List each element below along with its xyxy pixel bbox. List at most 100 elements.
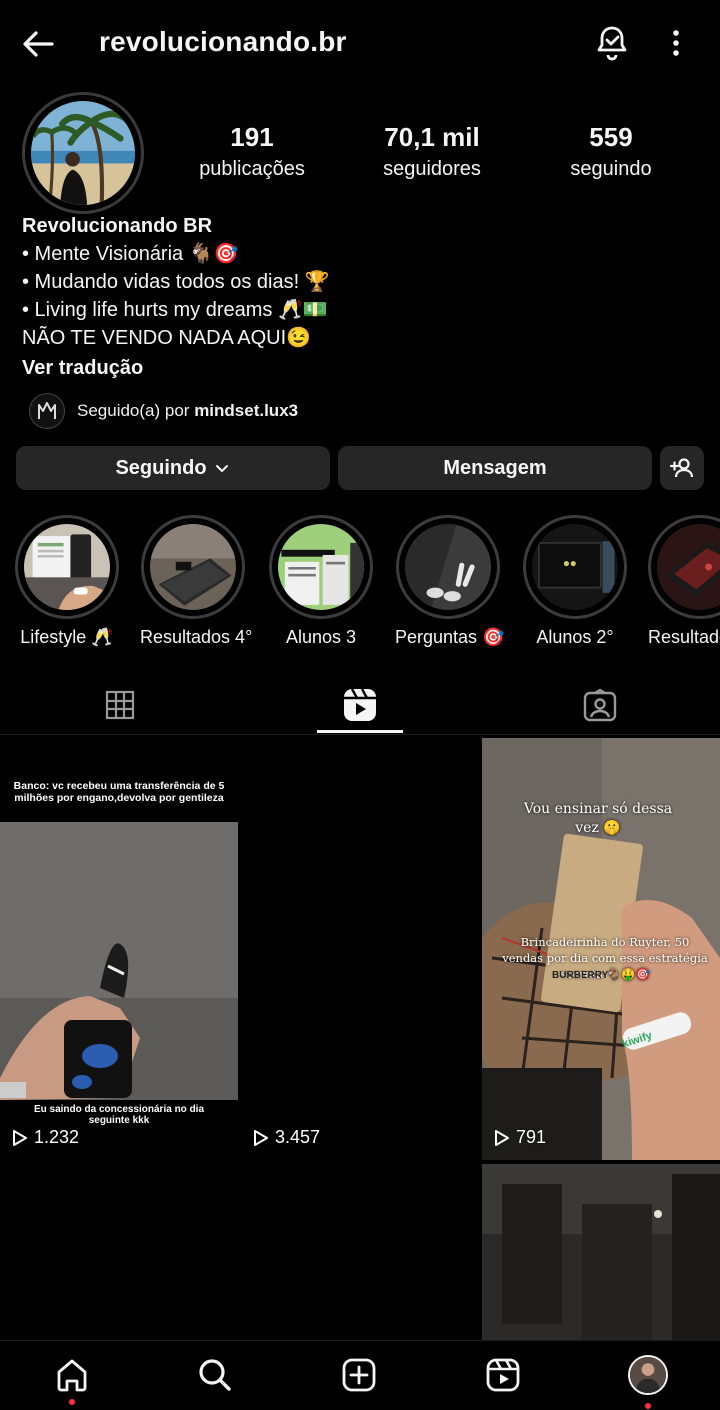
stat-following[interactable]: 559 seguindo <box>531 122 691 181</box>
reel-thumbnail[interactable]: 3.457 <box>241 738 479 1160</box>
reel-thumbnail[interactable] <box>241 1164 479 1340</box>
stat-posts-label: publicações <box>199 158 305 180</box>
add-user-icon <box>669 458 694 478</box>
reel-thumbnail[interactable]: Banco: vc recebeu uma transferência de 5… <box>0 738 238 1160</box>
notification-bell-icon[interactable] <box>594 24 630 62</box>
reel-views-count: 791 <box>516 1127 547 1147</box>
reels-icon <box>344 688 376 721</box>
bio-line: • Mente Visionária 🐐🎯 <box>22 243 239 265</box>
notification-dot <box>69 1399 75 1405</box>
tab-tagged[interactable] <box>480 676 720 734</box>
profile-avatar <box>628 1355 668 1395</box>
highlight-item[interactable]: Resultado <box>648 515 720 648</box>
bio-display-name: Revolucionando BR <box>22 215 213 237</box>
reel-thumbnail[interactable] <box>0 1164 238 1340</box>
reel-views-count: 1.232 <box>34 1127 80 1147</box>
nav-home[interactable] <box>50 1353 94 1397</box>
following-button[interactable]: Seguindo <box>16 446 330 490</box>
highlight-cover <box>278 524 364 610</box>
profile-avatar-ring[interactable] <box>22 92 144 214</box>
search-icon <box>199 1359 231 1391</box>
stat-followers-label: seguidores <box>383 158 481 180</box>
highlight-cover <box>532 524 618 610</box>
stat-following-value: 559 <box>589 122 633 152</box>
message-button-label: Mensagem <box>443 456 547 479</box>
highlight-ring <box>396 515 500 619</box>
highlight-label: Alunos 3 <box>285 627 357 647</box>
top-bar: revolucionando.br <box>0 0 720 88</box>
reel-views: 3.457 <box>253 1127 320 1148</box>
reel-views: 1.232 <box>12 1127 79 1148</box>
reels-icon <box>486 1358 520 1392</box>
follower-avatar <box>29 393 65 429</box>
tab-reels[interactable] <box>240 676 480 734</box>
highlight-cover <box>150 524 236 610</box>
tagged-icon <box>583 688 617 722</box>
stat-followers-value: 70,1 mil <box>384 122 480 152</box>
highlight-ring <box>15 515 119 619</box>
grid-icon <box>105 690 135 720</box>
highlight-label: Lifestyle 🥂 <box>20 627 114 647</box>
highlight-ring <box>269 515 373 619</box>
reel-caption-top: Vou ensinar só dessa vez 🤫 <box>523 801 673 836</box>
highlight-label: Alunos 2° <box>536 627 614 647</box>
play-icon <box>495 1129 509 1146</box>
play-icon <box>13 1129 27 1146</box>
notification-dot <box>645 1403 651 1409</box>
bottom-navigation <box>0 1340 720 1410</box>
stat-posts[interactable]: 191 publicações <box>172 122 332 181</box>
suggest-users-button[interactable] <box>660 446 704 490</box>
reel-thumbnail[interactable]: Vou ensinar só dessa vez 🤫 Brincadeirinh… <box>482 738 720 1160</box>
bio-line: • Living life hurts my dreams 🥂💵 <box>22 299 328 321</box>
reel-caption-top: Banco: vc recebeu uma transferência de 5… <box>13 780 225 804</box>
profile-bio: Revolucionando BR • Mente Visionária 🐐🎯 … <box>22 212 702 382</box>
back-arrow-icon[interactable] <box>20 26 56 62</box>
chevron-down-icon <box>215 465 228 472</box>
highlight-label: Resultado <box>648 627 720 647</box>
create-icon <box>342 1358 376 1392</box>
profile-username: revolucionando.br <box>99 26 347 57</box>
highlight-item[interactable]: Alunos 2° <box>522 515 628 648</box>
reel-cover <box>482 1164 720 1340</box>
profile-avatar[interactable] <box>31 101 135 205</box>
highlight-cover <box>657 524 720 610</box>
tab-divider <box>0 734 720 735</box>
highlight-ring <box>648 515 720 619</box>
bio-line: • Mudando vidas todos os dias! 🏆 <box>22 271 330 293</box>
reel-views: 791 <box>494 1127 546 1148</box>
nav-profile[interactable] <box>626 1353 670 1397</box>
followed-by[interactable]: Seguido(a) por mindset.lux3 <box>29 393 298 429</box>
tab-grid[interactable] <box>0 676 240 734</box>
highlight-item[interactable]: Resultados 4° <box>140 515 253 648</box>
followed-by-prefix: Seguido(a) por <box>77 401 195 420</box>
see-translation-link[interactable]: Ver tradução <box>22 354 702 382</box>
nav-create[interactable] <box>337 1353 381 1397</box>
highlight-label: Perguntas 🎯 <box>395 627 505 647</box>
highlight-cover <box>405 524 491 610</box>
highlight-cover <box>24 524 110 610</box>
highlight-item[interactable]: Alunos 3 <box>268 515 374 648</box>
bio-line: NÃO TE VENDO NADA AQUI😉 <box>22 327 312 349</box>
followed-by-text: Seguido(a) por mindset.lux3 <box>77 401 298 421</box>
highlight-ring <box>523 515 627 619</box>
nav-search[interactable] <box>193 1353 237 1397</box>
highlight-ring <box>141 515 245 619</box>
reel-tag-label: BURBERRY <box>552 970 609 981</box>
reel-thumbnail[interactable] <box>482 1164 720 1340</box>
highlight-item[interactable]: Lifestyle 🥂 <box>14 515 120 648</box>
more-options-icon[interactable] <box>664 26 688 60</box>
highlight-label: Resultados 4° <box>140 627 253 647</box>
message-button[interactable]: Mensagem <box>338 446 652 490</box>
play-icon <box>254 1129 268 1146</box>
followed-by-user[interactable]: mindset.lux3 <box>194 401 298 420</box>
nav-reels[interactable] <box>481 1353 525 1397</box>
active-tab-indicator <box>317 730 403 733</box>
stat-followers[interactable]: 70,1 mil seguidores <box>352 122 512 181</box>
home-icon <box>57 1359 87 1392</box>
highlight-item[interactable]: Perguntas 🎯 <box>395 515 505 648</box>
stat-following-label: seguindo <box>570 158 652 180</box>
stat-posts-value: 191 <box>230 122 274 152</box>
reel-views-count: 3.457 <box>275 1127 321 1147</box>
following-button-label: Seguindo <box>115 456 207 479</box>
reel-caption-bottom: Eu saindo da concessionária no dia segui… <box>33 1104 205 1126</box>
